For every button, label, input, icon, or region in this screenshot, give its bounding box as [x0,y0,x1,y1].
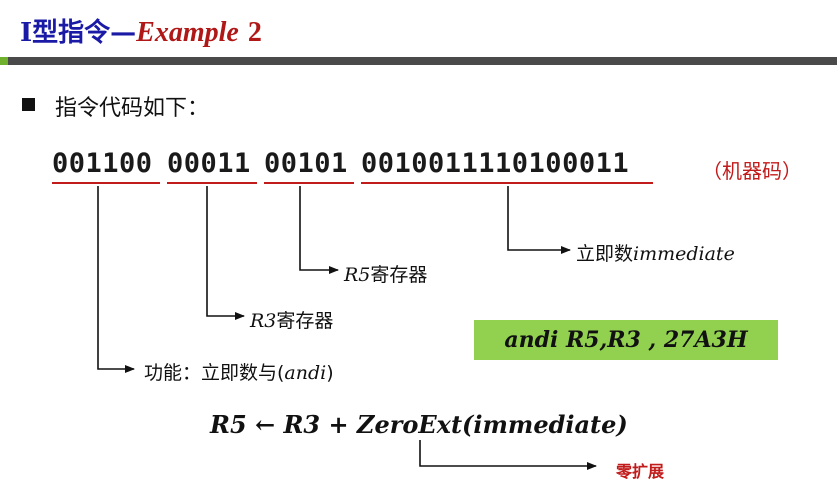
label-function-en: andi [284,362,327,384]
label-function-cn: 功能：立即数与( [144,362,285,384]
arrow-rs [206,186,245,320]
label-r5-reg: R5 [344,264,371,286]
arrow-immediate [507,186,571,254]
label-r3: R3寄存器 [250,306,333,333]
instruction-text: andi R5,R3 , 27A3H [504,327,748,353]
arrow-zeroext [419,440,597,470]
zero-extend-note: 零扩展 [616,462,665,481]
label-immediate-cn: 立即数 [576,243,634,265]
label-immediate-en: immediate [633,243,735,265]
label-r3-reg: R3 [250,310,277,332]
label-r3-cn: 寄存器 [276,310,334,332]
label-function-close: ) [326,362,334,384]
label-r5: R5寄存器 [344,260,427,287]
operation-formula: R5 ← R3 + ZeroExt(immediate) [210,410,628,439]
arrow-rt [299,186,339,274]
label-r5-cn: 寄存器 [370,264,428,286]
label-function: 功能：立即数与(andi) [144,358,334,385]
arrow-opcode [97,186,135,373]
label-immediate: 立即数immediate [576,239,735,266]
